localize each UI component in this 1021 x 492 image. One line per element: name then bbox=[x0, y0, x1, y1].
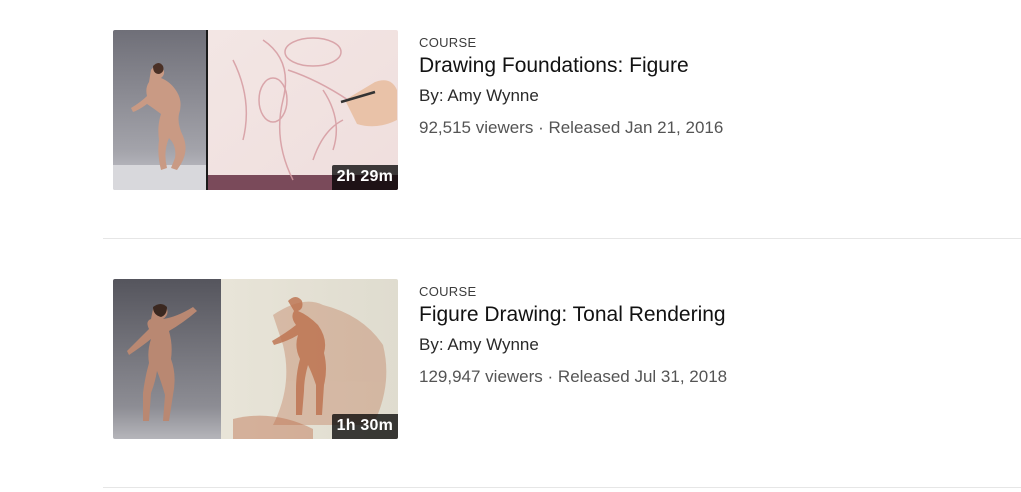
duration-badge: 2h 29m bbox=[331, 165, 398, 190]
release-date: Released Jul 31, 2018 bbox=[557, 367, 728, 386]
duration-badge: 1h 30m bbox=[331, 414, 398, 439]
stats-separator: · bbox=[533, 118, 549, 137]
course-meta: COURSE Drawing Foundations: Figure By: A… bbox=[419, 30, 723, 139]
divider bbox=[103, 487, 1021, 488]
viewer-count: 129,947 viewers bbox=[419, 367, 543, 386]
course-meta: COURSE Figure Drawing: Tonal Rendering B… bbox=[419, 279, 727, 388]
course-title-link[interactable]: Figure Drawing: Tonal Rendering bbox=[419, 302, 727, 328]
course-card[interactable]: 2h 29m COURSE Drawing Foundations: Figur… bbox=[103, 30, 1021, 190]
stats-separator: · bbox=[542, 367, 558, 386]
course-thumbnail[interactable]: 2h 29m bbox=[113, 30, 398, 190]
course-stats: 129,947 viewers · Released Jul 31, 2018 bbox=[419, 366, 727, 388]
course-stats: 92,515 viewers · Released Jan 21, 2016 bbox=[419, 117, 723, 139]
release-date: Released Jan 21, 2016 bbox=[548, 118, 724, 137]
course-title-link[interactable]: Drawing Foundations: Figure bbox=[419, 53, 723, 79]
content-type-label: COURSE bbox=[419, 284, 477, 299]
course-thumbnail[interactable]: 1h 30m bbox=[113, 279, 398, 439]
course-author: By: Amy Wynne bbox=[419, 335, 539, 354]
viewer-count: 92,515 viewers bbox=[419, 118, 534, 137]
course-list: 2h 29m COURSE Drawing Foundations: Figur… bbox=[0, 0, 1021, 492]
course-card[interactable]: 1h 30m COURSE Figure Drawing: Tonal Rend… bbox=[103, 279, 1021, 439]
course-author: By: Amy Wynne bbox=[419, 86, 539, 105]
divider bbox=[103, 238, 1021, 239]
content-type-label: COURSE bbox=[419, 35, 477, 50]
